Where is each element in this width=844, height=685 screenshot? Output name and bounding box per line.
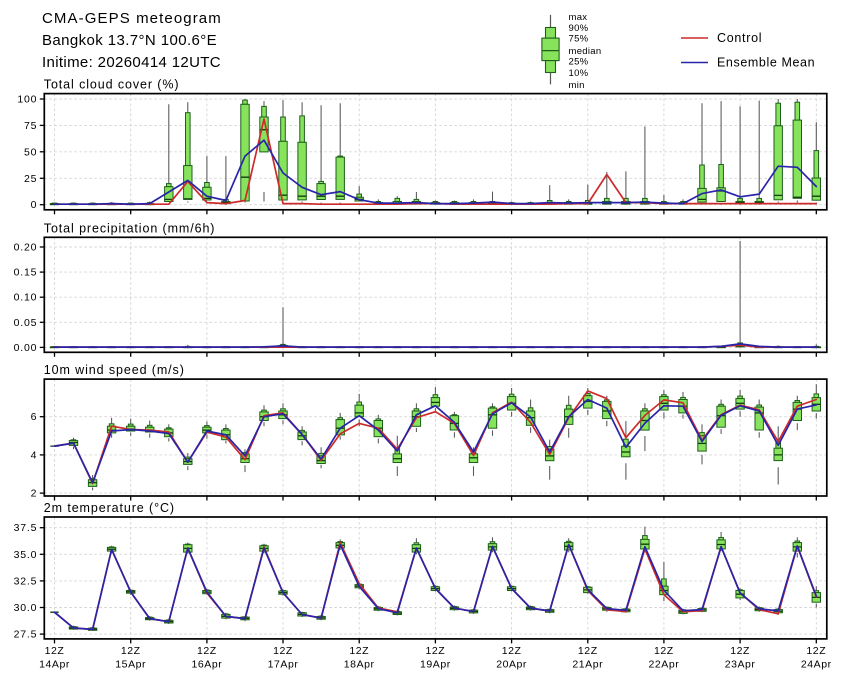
svg-text:90%: 90% [569,23,589,34]
svg-text:0.15: 0.15 [14,267,38,279]
svg-text:max: max [569,12,588,23]
svg-text:12Z: 12Z [502,645,522,657]
svg-text:Bangkok 13.7°N 100.6°E: Bangkok 13.7°N 100.6°E [42,32,217,49]
svg-text:Total cloud cover (%): Total cloud cover (%) [44,78,180,92]
svg-text:4: 4 [31,449,38,461]
svg-text:10m wind speed (m/s): 10m wind speed (m/s) [44,363,185,377]
svg-text:23Apr: 23Apr [725,659,756,671]
svg-text:14Apr: 14Apr [39,659,70,671]
svg-text:0.10: 0.10 [14,292,38,304]
svg-text:15Apr: 15Apr [115,659,146,671]
svg-text:35.0: 35.0 [14,549,38,561]
svg-text:12Z: 12Z [806,645,826,657]
svg-text:Ensemble Mean: Ensemble Mean [717,56,815,70]
svg-text:100: 100 [17,94,37,106]
svg-text:Total precipitation (mm/6h): Total precipitation (mm/6h) [44,221,216,235]
svg-text:32.5: 32.5 [14,575,38,587]
svg-text:median: median [569,46,602,57]
svg-text:12Z: 12Z [45,645,65,657]
svg-text:0.20: 0.20 [14,242,38,254]
svg-text:19Apr: 19Apr [420,659,451,671]
svg-text:25: 25 [24,173,37,185]
svg-text:6: 6 [31,411,38,423]
svg-text:min: min [569,80,585,91]
svg-text:50: 50 [24,146,37,158]
svg-text:24Apr: 24Apr [801,659,832,671]
svg-text:75%: 75% [569,34,589,45]
svg-text:30.0: 30.0 [14,602,38,614]
svg-text:10%: 10% [569,68,589,79]
svg-text:12Z: 12Z [730,645,750,657]
svg-text:21Apr: 21Apr [572,659,603,671]
svg-text:12Z: 12Z [578,645,598,657]
svg-text:Control: Control [717,31,762,45]
svg-text:2: 2 [31,488,38,500]
svg-text:12Z: 12Z [654,645,674,657]
svg-text:0: 0 [31,199,38,211]
svg-text:12Z: 12Z [273,645,293,657]
svg-text:17Apr: 17Apr [268,659,299,671]
svg-text:18Apr: 18Apr [344,659,375,671]
svg-text:0.00: 0.00 [14,342,38,354]
svg-text:16Apr: 16Apr [192,659,223,671]
svg-text:12Z: 12Z [349,645,369,657]
svg-text:12Z: 12Z [197,645,217,657]
svg-text:22Apr: 22Apr [649,659,680,671]
svg-text:CMA-GEPS meteogram: CMA-GEPS meteogram [42,10,222,27]
svg-text:Initime: 20260414 12UTC: Initime: 20260414 12UTC [42,54,221,71]
svg-text:2m temperature (°C): 2m temperature (°C) [44,501,175,515]
svg-text:37.5: 37.5 [14,522,38,534]
svg-text:20Apr: 20Apr [496,659,527,671]
svg-text:25%: 25% [569,56,589,67]
svg-text:27.5: 27.5 [14,629,38,641]
svg-text:75: 75 [24,120,37,132]
svg-text:12Z: 12Z [426,645,446,657]
svg-text:12Z: 12Z [121,645,141,657]
svg-text:0.05: 0.05 [14,317,38,329]
